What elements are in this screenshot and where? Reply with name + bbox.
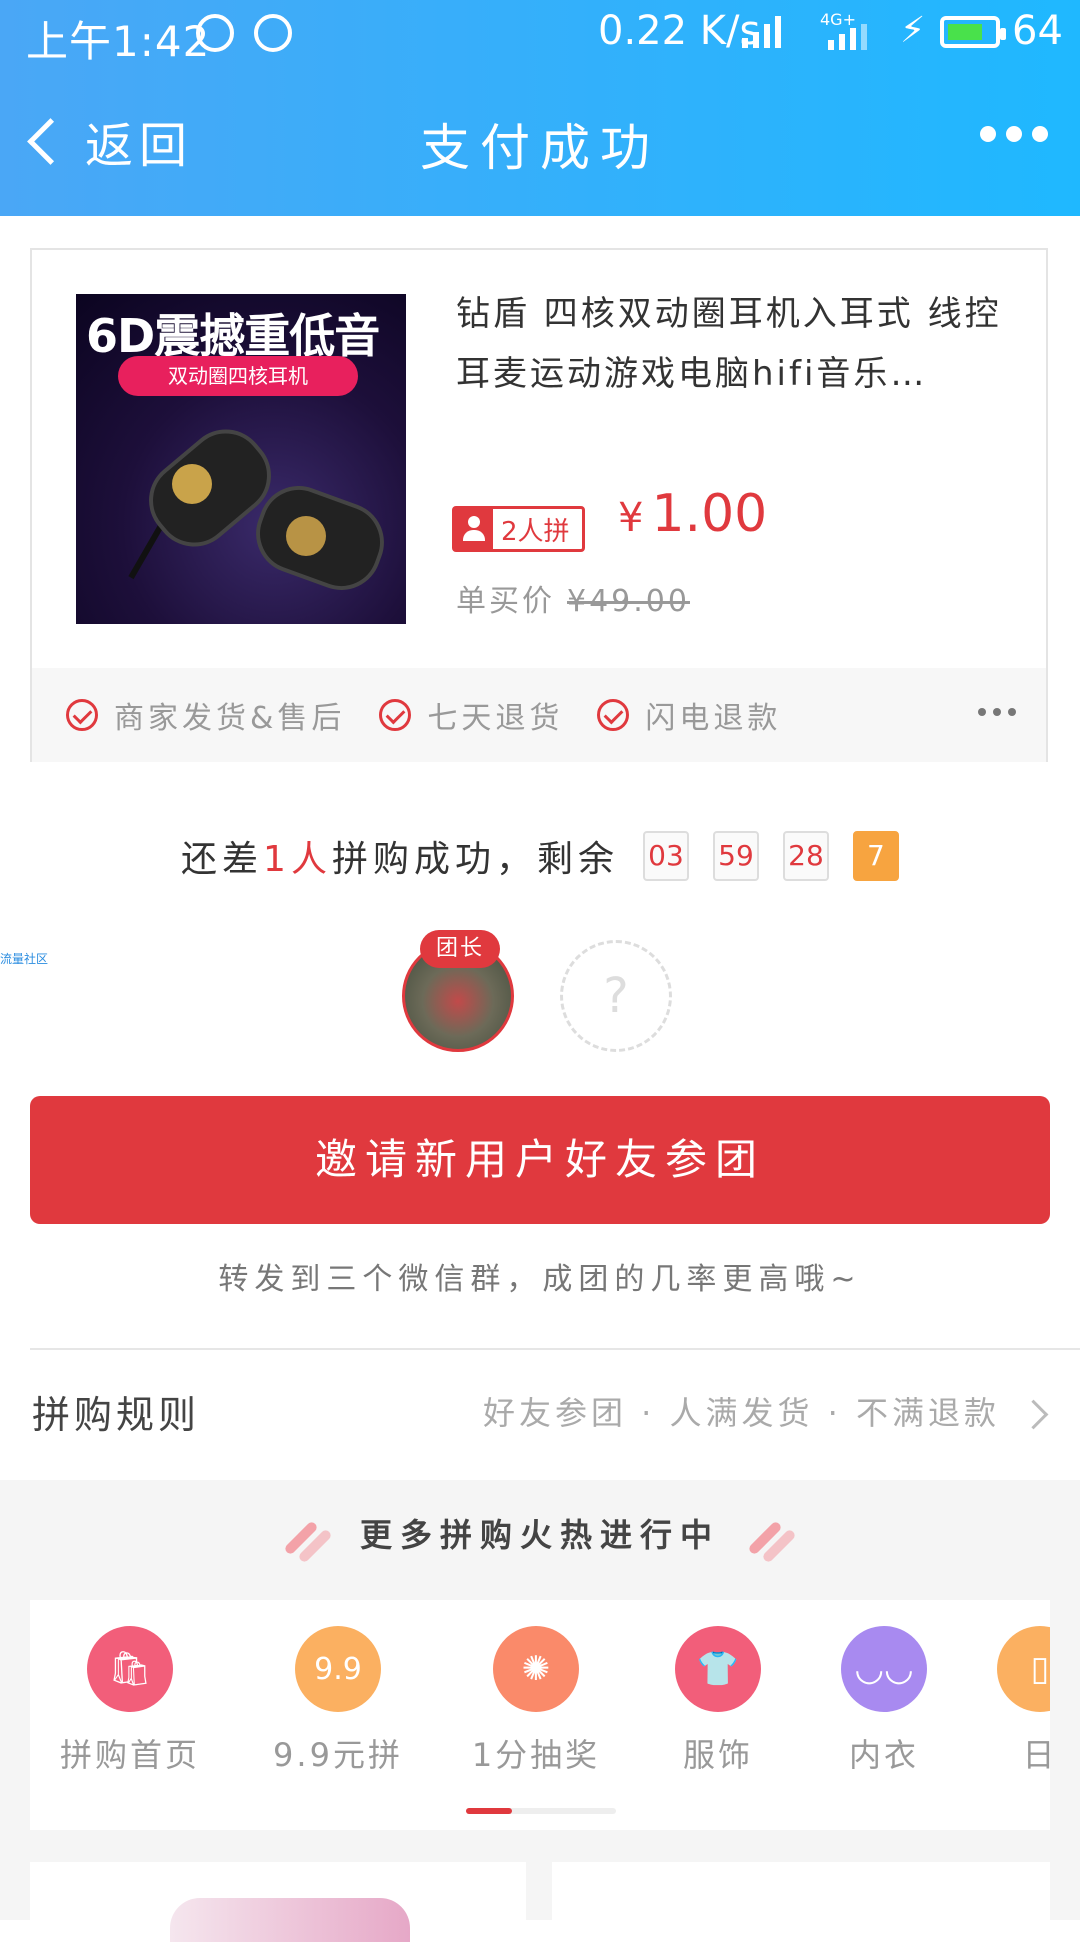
status-bar: 上午1:42 0.22 K/s 4G+ ⚡ 64 [0, 0, 1080, 70]
wheel-icon: ✺ [493, 1626, 579, 1712]
nine-nine-icon: 9.9 [295, 1626, 381, 1712]
countdown-suffix: 拼购成功，剩余 [331, 839, 619, 880]
carousel-indicator [466, 1808, 616, 1814]
category-item[interactable]: ◡◡ 内衣 [804, 1626, 964, 1776]
single-price-label: 单买价 [456, 584, 555, 619]
guarantee-item: 商家发货&售后 [66, 693, 345, 737]
category-item[interactable]: 👕 服饰 [638, 1626, 798, 1776]
single-price-value: ¥49.00 [567, 584, 690, 619]
category-item[interactable]: 🛍 拼购首页 [50, 1626, 210, 1776]
rules-label: 拼购规则 [32, 1393, 201, 1437]
product-title: 钻盾 四核双动圈耳机入耳式 线控耳麦运动游戏电脑hifi音乐… [456, 294, 1002, 394]
check-circle-icon [379, 699, 412, 731]
page-title: 支付成功 [420, 119, 660, 177]
countdown-tenths: 7 [852, 831, 899, 881]
share-hint: 转发到三个微信群，成团的几率更高哦~ [218, 1262, 862, 1297]
group-size-label: 2人拼 [501, 516, 570, 547]
decor-slash-icon [747, 1518, 797, 1564]
chevron-right-icon [1018, 1399, 1049, 1430]
countdown-hours: 03 [642, 831, 689, 881]
guarantee-label: 七天退货 [427, 701, 564, 736]
countdown-seconds: 28 [782, 831, 829, 881]
single-price: 单买价 ¥49.00 [456, 576, 690, 620]
category-panel: 🛍 拼购首页 9.9 9.9元拼 ✺ 1分抽奖 👕 服饰 ◡◡ 内衣 ▯ 日 [30, 1600, 1050, 1830]
product-card[interactable]: 6D震撼重低音 双动圈四核耳机 钻盾 四核双动圈耳机入耳式 线控耳麦运动游戏电脑… [30, 248, 1048, 762]
net-speed: 0.22 K/s [598, 8, 761, 54]
invite-button[interactable]: 邀请新用户好友参团 [30, 1096, 1050, 1224]
guarantee-bar[interactable]: 商家发货&售后 七天退货 闪电退款 [32, 668, 1046, 762]
leader-badge: 团长 [420, 930, 500, 968]
pause-icon [254, 14, 292, 52]
battery-percent: 64 [1012, 8, 1063, 54]
charging-icon: ⚡ [900, 10, 926, 51]
bra-icon: ◡◡ [841, 1626, 927, 1712]
group-members: 团长 ? [400, 930, 700, 1060]
product-tile[interactable] [552, 1862, 1050, 1942]
category-label: 拼购首页 [59, 1736, 200, 1774]
category-label: 1分抽奖 [471, 1736, 601, 1774]
side-watermark: 流量社区 [0, 952, 49, 966]
guarantee-item: 闪电退款 [597, 693, 781, 737]
category-item[interactable]: 9.9 9.9元拼 [258, 1626, 418, 1776]
product-image: 6D震撼重低音 双动圈四核耳机 [76, 294, 406, 624]
check-circle-icon [597, 699, 630, 731]
countdown-needed: 1人 [263, 839, 332, 880]
shopping-bag-icon: 🛍 [87, 1626, 173, 1712]
category-label: 日 [1022, 1736, 1050, 1774]
more-dots-icon[interactable] [978, 708, 1016, 716]
header-bar: 上午1:42 0.22 K/s 4G+ ⚡ 64 返回 支付成功 [0, 0, 1080, 216]
nav-bar: 返回 支付成功 [0, 96, 1080, 186]
category-item[interactable]: ✺ 1分抽奖 [456, 1626, 616, 1776]
countdown-prefix: 还差 [181, 839, 264, 880]
category-label: 服饰 [682, 1736, 753, 1774]
guarantee-label: 商家发货&售后 [114, 701, 346, 736]
currency-symbol: ¥ [618, 495, 644, 541]
category-label: 内衣 [848, 1736, 919, 1774]
user-icon [455, 509, 493, 549]
more-section-title: 更多拼购火热进行中 [359, 1516, 720, 1554]
group-size-badge: 2人拼 [452, 506, 585, 552]
sync-icon [196, 14, 234, 52]
group-price: ¥1.00 [618, 484, 767, 544]
category-item[interactable]: ▯ 日 [960, 1626, 1050, 1776]
guarantee-item: 七天退货 [379, 693, 563, 737]
rules-summary: 好友参团 · 人满发货 · 不满退款 [482, 1394, 1000, 1432]
price-value: 1.00 [651, 484, 768, 544]
daily-icon: ▯ [997, 1626, 1050, 1712]
product-tile-image [170, 1898, 410, 1942]
shirt-icon: 👕 [675, 1626, 761, 1712]
group-rules-row[interactable]: 拼购规则 好友参团 · 人满发货 · 不满退款 [0, 1350, 1080, 1480]
guarantee-label: 闪电退款 [645, 701, 782, 736]
battery-icon [940, 16, 1006, 48]
cell-signal-icon [828, 24, 872, 50]
empty-slot: ? [560, 940, 672, 1052]
category-label: 9.9元拼 [273, 1736, 403, 1774]
product-image-subline: 双动圈四核耳机 [118, 356, 358, 396]
status-time: 上午1:42 [26, 17, 211, 66]
countdown-minutes: 59 [712, 831, 759, 881]
check-circle-icon [66, 699, 98, 731]
wifi-signal-icon [742, 16, 786, 48]
more-options-button[interactable] [980, 126, 1048, 142]
group-countdown: 还差 1人 拼购成功，剩余 03 59 28 7 [0, 830, 1080, 882]
product-tile[interactable] [30, 1862, 526, 1942]
